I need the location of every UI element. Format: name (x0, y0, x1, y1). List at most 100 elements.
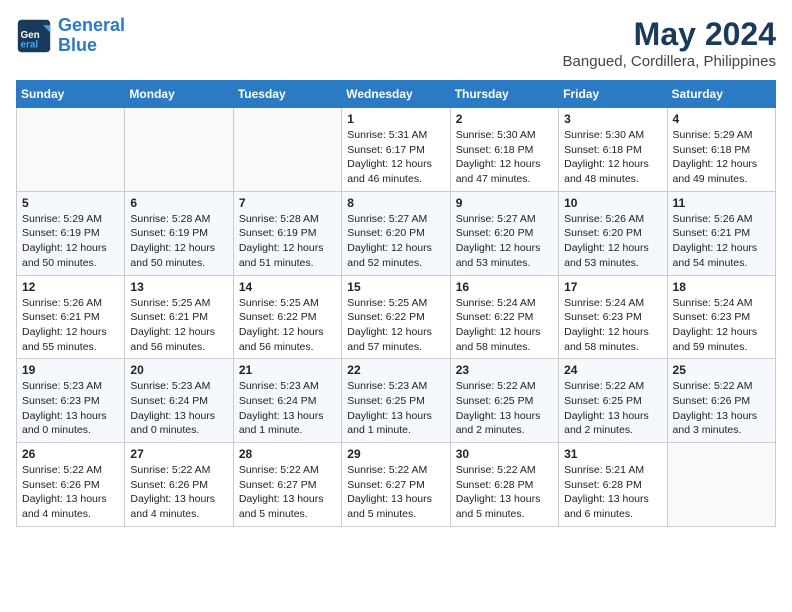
day-info: Sunrise: 5:29 AMSunset: 6:18 PMDaylight:… (673, 128, 770, 187)
day-number: 4 (673, 112, 770, 126)
day-info: Sunrise: 5:22 AMSunset: 6:26 PMDaylight:… (673, 379, 770, 438)
day-number: 8 (347, 196, 444, 210)
logo: Gen eral General Blue (16, 16, 125, 56)
calendar-cell: 21 Sunrise: 5:23 AMSunset: 6:24 PMDayligh… (233, 359, 341, 443)
calendar-cell: 20 Sunrise: 5:23 AMSunset: 6:24 PMDayligh… (125, 359, 233, 443)
day-info: Sunrise: 5:26 AMSunset: 6:21 PMDaylight:… (673, 212, 770, 271)
day-info: Sunrise: 5:24 AMSunset: 6:23 PMDaylight:… (673, 296, 770, 355)
weekday-header: Wednesday (342, 81, 450, 108)
calendar-cell: 27 Sunrise: 5:22 AMSunset: 6:26 PMDayligh… (125, 443, 233, 527)
calendar-week-row: 19 Sunrise: 5:23 AMSunset: 6:23 PMDayligh… (17, 359, 776, 443)
day-info: Sunrise: 5:26 AMSunset: 6:20 PMDaylight:… (564, 212, 661, 271)
calendar-cell: 15Sunrise: 5:25 AMSunset: 6:22 PMDayligh… (342, 275, 450, 359)
calendar-cell: 5Sunrise: 5:29 AMSunset: 6:19 PMDaylight… (17, 191, 125, 275)
day-info: Sunrise: 5:22 AMSunset: 6:27 PMDaylight:… (347, 463, 444, 522)
day-info: Sunrise: 5:25 AMSunset: 6:22 PMDaylight:… (347, 296, 444, 355)
calendar-cell: 13 Sunrise: 5:25 AMSunset: 6:21 PMDayligh… (125, 275, 233, 359)
day-number: 3 (564, 112, 661, 126)
day-number: 25 (673, 363, 770, 377)
day-number: 14 (239, 280, 336, 294)
day-info: Sunrise: 5:30 AMSunset: 6:18 PMDaylight:… (456, 128, 553, 187)
day-info: Sunrise: 5:27 AMSunset: 6:20 PMDaylight:… (347, 212, 444, 271)
day-number: 9 (456, 196, 553, 210)
day-info: Sunrise: 5:25 AMSunset: 6:21 PMDaylight:… (130, 296, 227, 355)
day-info: Sunrise: 5:22 AMSunset: 6:26 PMDaylight:… (22, 463, 119, 522)
calendar-cell: 25 Sunrise: 5:22 AMSunset: 6:26 PMDayligh… (667, 359, 775, 443)
calendar-cell: 7Sunrise: 5:28 AMSunset: 6:19 PMDaylight… (233, 191, 341, 275)
calendar-cell: 22 Sunrise: 5:23 AMSunset: 6:25 PMDayligh… (342, 359, 450, 443)
day-info: Sunrise: 5:22 AMSunset: 6:25 PMDaylight:… (456, 379, 553, 438)
calendar-week-row: 1 Sunrise: 5:31 AMSunset: 6:17 PMDaylight… (17, 108, 776, 192)
calendar-cell: 24Sunrise: 5:22 AMSunset: 6:25 PMDayligh… (559, 359, 667, 443)
calendar-cell: 3Sunrise: 5:30 AMSunset: 6:18 PMDaylight… (559, 108, 667, 192)
day-number: 26 (22, 447, 119, 461)
calendar-cell: 6 Sunrise: 5:28 AMSunset: 6:19 PMDaylight… (125, 191, 233, 275)
day-info: Sunrise: 5:31 AMSunset: 6:17 PMDaylight:… (347, 128, 444, 187)
calendar-cell: 9 Sunrise: 5:27 AMSunset: 6:20 PMDaylight… (450, 191, 558, 275)
day-number: 18 (673, 280, 770, 294)
calendar-week-row: 26 Sunrise: 5:22 AMSunset: 6:26 PMDayligh… (17, 443, 776, 527)
day-number: 10 (564, 196, 661, 210)
day-number: 17 (564, 280, 661, 294)
calendar-cell: 28 Sunrise: 5:22 AMSunset: 6:27 PMDayligh… (233, 443, 341, 527)
weekday-header: Thursday (450, 81, 558, 108)
calendar-cell (667, 443, 775, 527)
weekday-header: Tuesday (233, 81, 341, 108)
calendar-cell: 31Sunrise: 5:21 AMSunset: 6:28 PMDayligh… (559, 443, 667, 527)
day-info: Sunrise: 5:27 AMSunset: 6:20 PMDaylight:… (456, 212, 553, 271)
day-number: 19 (22, 363, 119, 377)
day-number: 21 (239, 363, 336, 377)
day-number: 16 (456, 280, 553, 294)
day-info: Sunrise: 5:23 AMSunset: 6:24 PMDaylight:… (239, 379, 336, 438)
day-info: Sunrise: 5:23 AMSunset: 6:25 PMDaylight:… (347, 379, 444, 438)
day-info: Sunrise: 5:22 AMSunset: 6:27 PMDaylight:… (239, 463, 336, 522)
calendar-cell: 19 Sunrise: 5:23 AMSunset: 6:23 PMDayligh… (17, 359, 125, 443)
day-info: Sunrise: 5:26 AMSunset: 6:21 PMDaylight:… (22, 296, 119, 355)
calendar-cell: 1 Sunrise: 5:31 AMSunset: 6:17 PMDaylight… (342, 108, 450, 192)
page-header: Gen eral General Blue May 2024 Bangued, … (16, 16, 776, 70)
calendar-cell (233, 108, 341, 192)
logo-icon: Gen eral (16, 18, 52, 54)
calendar-cell: 18 Sunrise: 5:24 AMSunset: 6:23 PMDayligh… (667, 275, 775, 359)
day-info: Sunrise: 5:22 AMSunset: 6:26 PMDaylight:… (130, 463, 227, 522)
page-subtitle: Bangued, Cordillera, Philippines (563, 53, 776, 70)
day-info: Sunrise: 5:28 AMSunset: 6:19 PMDaylight:… (130, 212, 227, 271)
day-info: Sunrise: 5:24 AMSunset: 6:22 PMDaylight:… (456, 296, 553, 355)
calendar-cell: 14 Sunrise: 5:25 AMSunset: 6:22 PMDayligh… (233, 275, 341, 359)
calendar-cell: 12 Sunrise: 5:26 AMSunset: 6:21 PMDayligh… (17, 275, 125, 359)
calendar-cell: 10 Sunrise: 5:26 AMSunset: 6:20 PMDayligh… (559, 191, 667, 275)
day-number: 22 (347, 363, 444, 377)
calendar-cell (17, 108, 125, 192)
day-info: Sunrise: 5:23 AMSunset: 6:24 PMDaylight:… (130, 379, 227, 438)
logo-text: General Blue (58, 16, 125, 56)
calendar-table: SundayMondayTuesdayWednesdayThursdayFrid… (16, 80, 776, 527)
svg-text:eral: eral (21, 39, 39, 50)
day-number: 5 (22, 196, 119, 210)
day-number: 29 (347, 447, 444, 461)
day-number: 24 (564, 363, 661, 377)
day-number: 1 (347, 112, 444, 126)
day-info: Sunrise: 5:22 AMSunset: 6:28 PMDaylight:… (456, 463, 553, 522)
day-info: Sunrise: 5:23 AMSunset: 6:23 PMDaylight:… (22, 379, 119, 438)
day-number: 30 (456, 447, 553, 461)
day-number: 13 (130, 280, 227, 294)
day-number: 20 (130, 363, 227, 377)
calendar-cell: 30 Sunrise: 5:22 AMSunset: 6:28 PMDayligh… (450, 443, 558, 527)
calendar-cell (125, 108, 233, 192)
day-number: 27 (130, 447, 227, 461)
day-number: 28 (239, 447, 336, 461)
day-info: Sunrise: 5:28 AMSunset: 6:19 PMDaylight:… (239, 212, 336, 271)
weekday-header: Sunday (17, 81, 125, 108)
weekday-header: Monday (125, 81, 233, 108)
calendar-cell: 26 Sunrise: 5:22 AMSunset: 6:26 PMDayligh… (17, 443, 125, 527)
calendar-cell: 2Sunrise: 5:30 AMSunset: 6:18 PMDaylight… (450, 108, 558, 192)
day-number: 12 (22, 280, 119, 294)
weekday-header: Friday (559, 81, 667, 108)
calendar-header: SundayMondayTuesdayWednesdayThursdayFrid… (17, 81, 776, 108)
day-number: 23 (456, 363, 553, 377)
day-number: 6 (130, 196, 227, 210)
calendar-week-row: 5Sunrise: 5:29 AMSunset: 6:19 PMDaylight… (17, 191, 776, 275)
weekday-header: Saturday (667, 81, 775, 108)
day-info: Sunrise: 5:25 AMSunset: 6:22 PMDaylight:… (239, 296, 336, 355)
calendar-week-row: 12 Sunrise: 5:26 AMSunset: 6:21 PMDayligh… (17, 275, 776, 359)
